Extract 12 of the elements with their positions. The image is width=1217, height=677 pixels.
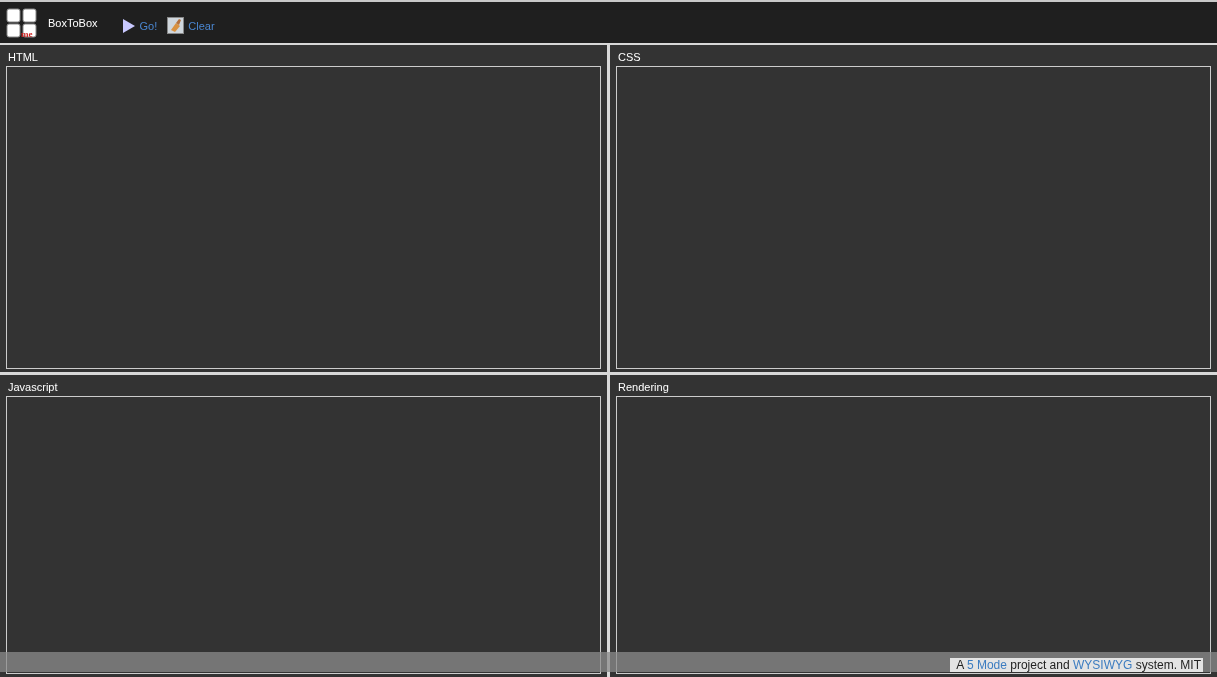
- footer-text: A 5 Mode project and WYSIWYG system. MIT: [950, 658, 1203, 672]
- app-name: BoxToBox: [48, 16, 98, 29]
- panel-title: Javascript: [8, 381, 59, 393]
- footer-link[interactable]: WYSIWYG: [1073, 658, 1133, 672]
- clear-link[interactable]: Clear: [167, 11, 215, 34]
- play-icon: [121, 17, 136, 34]
- footer-link[interactable]: 5 Mode: [966, 658, 1007, 672]
- panel-title: HTML: [8, 51, 39, 63]
- broom-icon: [167, 17, 185, 34]
- panel-title: Rendering: [618, 381, 670, 393]
- panel-title: CSS: [618, 51, 642, 63]
- go-link[interactable]: Go!: [121, 11, 158, 34]
